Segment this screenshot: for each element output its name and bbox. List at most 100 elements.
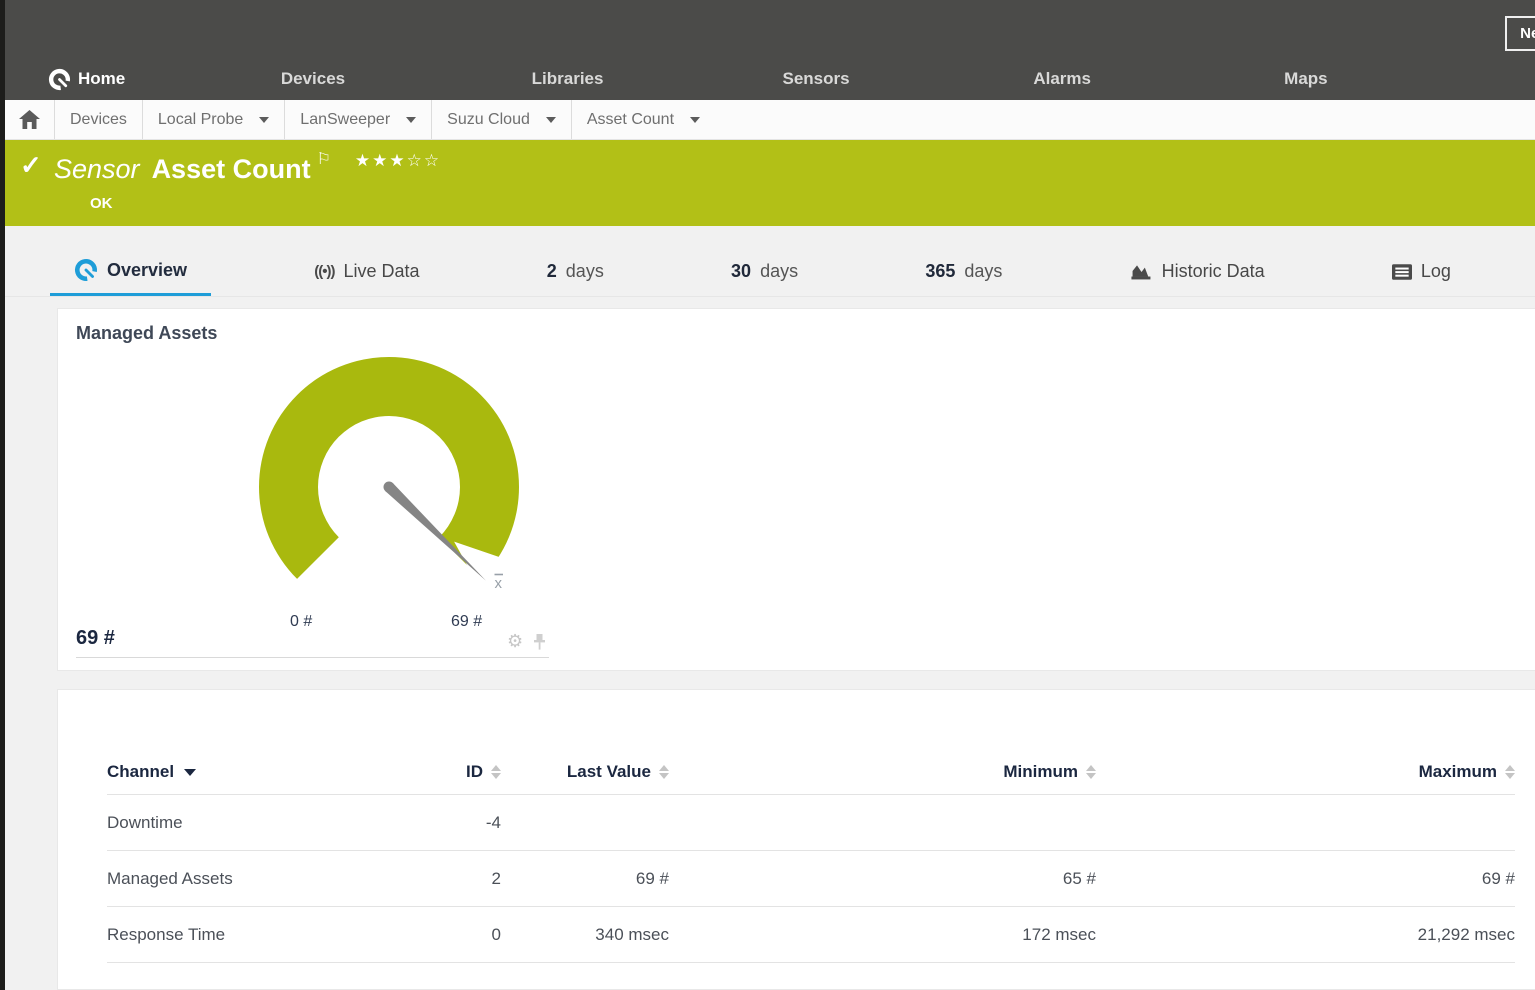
- sensor-type-label: Sensor: [54, 154, 140, 184]
- live-data-icon: ((•)): [314, 263, 334, 280]
- sort-toggle-icon: [1086, 765, 1096, 779]
- column-header-label: ID: [466, 762, 483, 782]
- column-header-maximum[interactable]: Maximum: [1096, 762, 1515, 782]
- tab-overview[interactable]: Overview: [50, 258, 211, 296]
- cell-last-value: 340 msec: [501, 925, 669, 945]
- gauge-current-value: 69 #: [76, 627, 115, 650]
- window-edge-strip: [0, 0, 5, 990]
- column-header-label: Maximum: [1419, 762, 1497, 782]
- column-header-last-value[interactable]: Last Value: [501, 762, 669, 782]
- sort-descending-icon: [184, 769, 196, 776]
- tab-live-data[interactable]: ((•)) Live Data: [290, 261, 443, 296]
- breadcrumb-label: LanSweeper: [300, 111, 390, 129]
- tab-30-days[interactable]: 30 days: [707, 261, 822, 296]
- breadcrumb-home[interactable]: [5, 100, 55, 139]
- column-header-label: Last Value: [567, 762, 651, 782]
- gear-icon[interactable]: ⚙: [507, 631, 523, 652]
- tab-number: 30: [731, 261, 751, 282]
- chevron-down-icon: [546, 117, 556, 123]
- nav-item-devices[interactable]: Devices: [281, 69, 532, 89]
- table-bottom-divider: [107, 962, 1515, 988]
- nav-label: Alarms: [1033, 69, 1091, 89]
- page-title: Asset Count: [152, 154, 311, 184]
- gauge-divider: [76, 657, 549, 658]
- breadcrumb-label: Devices: [70, 111, 127, 129]
- main-navigation: Home Devices Libraries Sensors Alarms Ma…: [0, 58, 1535, 100]
- column-header-label: Minimum: [1003, 762, 1078, 782]
- nav-label: Libraries: [532, 69, 604, 89]
- chevron-down-icon: [690, 117, 700, 123]
- nav-label: Maps: [1284, 69, 1327, 89]
- chevron-down-icon: [259, 117, 269, 123]
- breadcrumb-label: Suzu Cloud: [447, 111, 530, 129]
- tab-number: 365: [925, 261, 955, 282]
- tab-label: days: [964, 261, 1002, 282]
- nav-item-libraries[interactable]: Libraries: [532, 69, 783, 89]
- nav-item-sensors[interactable]: Sensors: [782, 69, 1033, 89]
- cell-last-value: 69 #: [501, 869, 669, 889]
- gauge-arc: [259, 357, 519, 579]
- breadcrumb-item-suzu-cloud[interactable]: Suzu Cloud: [432, 100, 572, 139]
- column-header-minimum[interactable]: Minimum: [669, 762, 1096, 782]
- average-marker-label: x: [495, 575, 503, 592]
- tab-label: Overview: [107, 260, 187, 281]
- nav-item-maps[interactable]: Maps: [1284, 69, 1535, 89]
- tab-365-days[interactable]: 365 days: [901, 261, 1026, 296]
- pin-icon[interactable]: [532, 634, 547, 650]
- tab-label: Log: [1421, 261, 1451, 282]
- cell-id: 0: [401, 925, 501, 945]
- new-button[interactable]: New: [1505, 16, 1535, 51]
- nav-label: Home: [78, 69, 125, 89]
- gauge-max-label: 69 #: [451, 613, 482, 631]
- log-list-icon: [1392, 264, 1412, 280]
- column-header-label: Channel: [107, 762, 174, 782]
- status-badge: OK: [90, 195, 113, 212]
- tab-label: days: [566, 261, 604, 282]
- channel-table-panel: Channel ID Last Value Minimum Maximum Do…: [57, 689, 1535, 990]
- table-row-downtime[interactable]: Downtime -4: [107, 794, 1515, 850]
- tab-2-days[interactable]: 2 days: [523, 261, 628, 296]
- sort-toggle-icon: [491, 765, 501, 779]
- status-ok-check-icon: ✓: [20, 150, 42, 181]
- tab-historic-data[interactable]: Historic Data: [1106, 261, 1289, 296]
- chevron-down-icon: [406, 117, 416, 123]
- sort-toggle-icon: [1505, 765, 1515, 779]
- breadcrumb-item-asset-count[interactable]: Asset Count: [572, 100, 715, 139]
- breadcrumb-item-lansweeper[interactable]: LanSweeper: [285, 100, 432, 139]
- tab-bar: Overview ((•)) Live Data 2 days 30 days …: [0, 226, 1535, 297]
- nav-item-home[interactable]: Home: [30, 68, 281, 91]
- cell-id: -4: [401, 813, 501, 833]
- table-row-response-time[interactable]: Response Time 0 340 msec 172 msec 21,292…: [107, 906, 1515, 962]
- breadcrumb-label: Local Probe: [158, 111, 243, 129]
- area-chart-icon: [1130, 262, 1153, 281]
- gauge-min-label: 0 #: [290, 613, 312, 631]
- flag-icon[interactable]: ⚐: [317, 151, 331, 168]
- cell-maximum: 69 #: [1096, 869, 1515, 889]
- sensor-status-banner: ✓ Sensor Asset Count ⚐ ★★★☆☆ OK: [0, 140, 1535, 226]
- gauge-icon: [74, 258, 98, 282]
- priority-stars[interactable]: ★★★☆☆: [355, 151, 441, 170]
- breadcrumb-item-devices[interactable]: Devices: [55, 100, 143, 139]
- tab-label: Historic Data: [1162, 261, 1265, 282]
- sort-toggle-icon: [659, 765, 669, 779]
- tab-log[interactable]: Log: [1368, 261, 1475, 296]
- breadcrumb-item-local-probe[interactable]: Local Probe: [143, 100, 285, 139]
- nav-item-alarms[interactable]: Alarms: [1033, 69, 1284, 89]
- table-header-row: Channel ID Last Value Minimum Maximum: [107, 750, 1515, 794]
- column-header-id[interactable]: ID: [401, 762, 501, 782]
- column-header-channel[interactable]: Channel: [107, 762, 401, 782]
- cell-channel: Downtime: [107, 813, 401, 833]
- sensor-title-line: Sensor Asset Count ⚐ ★★★☆☆: [54, 149, 441, 185]
- tab-label: days: [760, 261, 798, 282]
- breadcrumb: Devices Local Probe LanSweeper Suzu Clou…: [0, 100, 1535, 140]
- nav-label: Sensors: [782, 69, 849, 89]
- cell-id: 2: [401, 869, 501, 889]
- channel-table: Channel ID Last Value Minimum Maximum Do…: [58, 690, 1535, 988]
- cell-channel: Response Time: [107, 925, 401, 945]
- gauge-panel: Managed Assets x 0 # 69 # 69 # ⚙: [57, 308, 1535, 671]
- tab-number: 2: [547, 261, 557, 282]
- gauge-title: Managed Assets: [76, 323, 217, 344]
- cell-maximum: 21,292 msec: [1096, 925, 1515, 945]
- table-row-managed-assets[interactable]: Managed Assets 2 69 # 65 # 69 #: [107, 850, 1515, 906]
- cell-channel: Managed Assets: [107, 869, 401, 889]
